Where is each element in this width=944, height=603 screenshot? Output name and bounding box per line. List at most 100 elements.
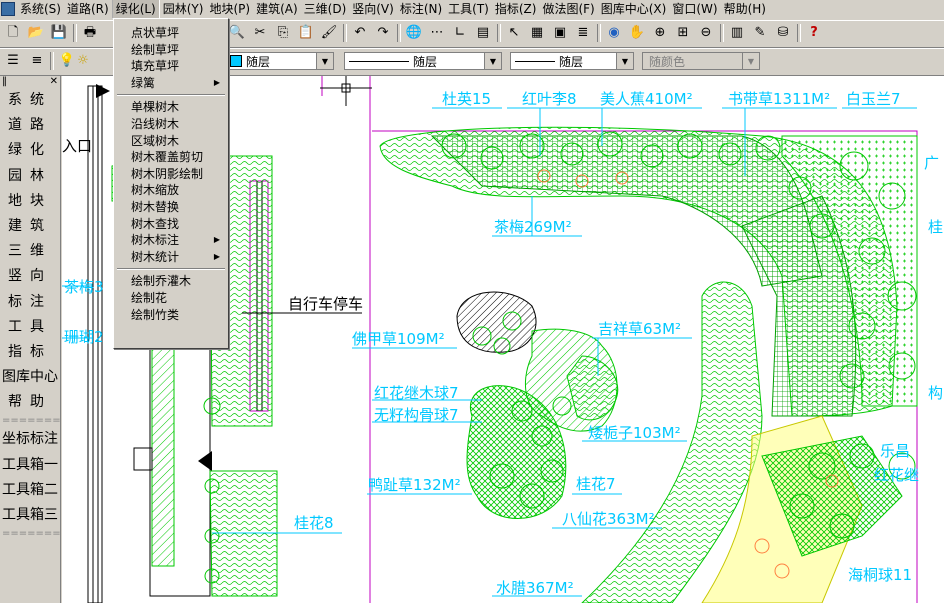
globe-icon[interactable]: 🌐 bbox=[405, 24, 423, 42]
help-icon[interactable]: ? bbox=[805, 24, 823, 42]
cut-icon[interactable]: ✂ bbox=[251, 24, 269, 42]
dropdown-menu-item[interactable]: 绘制竹类 bbox=[114, 307, 228, 324]
lineweight-select[interactable]: 随层 ▼ bbox=[510, 52, 634, 70]
undo-icon[interactable]: ↶ bbox=[351, 24, 369, 42]
plant-label: 八仙花363M² bbox=[562, 510, 655, 528]
sun-icon[interactable]: ☼ bbox=[74, 52, 92, 70]
sidebar-item[interactable]: 地块 bbox=[0, 189, 60, 214]
layer-db-icon[interactable]: ≣ bbox=[574, 24, 592, 42]
layer-state-icon[interactable]: ≡ bbox=[28, 52, 46, 70]
sidebar-item[interactable]: 工具箱三 bbox=[0, 503, 60, 528]
sidebar-item[interactable]: 坐标标注 bbox=[0, 427, 60, 452]
menu-item[interactable]: 窗口(W) bbox=[669, 0, 720, 18]
eye-icon[interactable]: ◉ bbox=[605, 24, 623, 42]
grid-icon[interactable]: ▤ bbox=[474, 24, 492, 42]
sidebar-item[interactable]: 标注 bbox=[0, 290, 60, 315]
dropdown-menu-item[interactable]: 树木阴影绘制 bbox=[114, 166, 228, 183]
props-icon[interactable]: ▦ bbox=[528, 24, 546, 42]
menu-item[interactable]: 系统(S) bbox=[17, 0, 64, 18]
menu-item[interactable]: 园林(Y) bbox=[160, 0, 207, 18]
open-icon[interactable]: 📂 bbox=[27, 24, 45, 42]
plant-label: 佛甲草109M² bbox=[352, 330, 445, 348]
menu-item[interactable]: 指标(Z) bbox=[492, 0, 540, 18]
sidebar-item[interactable]: 三维 bbox=[0, 239, 60, 264]
menu-item[interactable]: 道路(R) bbox=[64, 0, 112, 18]
chevron-down-icon[interactable]: ▼ bbox=[484, 53, 501, 69]
dropdown-menu-item[interactable]: 绘制花 bbox=[114, 290, 228, 307]
dropdown-menu-item[interactable]: 点状草坪 bbox=[114, 25, 228, 42]
zoom-icon[interactable]: ⊕ bbox=[651, 24, 669, 42]
sidebar-item[interactable]: 系统 bbox=[0, 88, 60, 113]
menu-item[interactable]: 帮助(H) bbox=[721, 0, 769, 18]
dropdown-menu-item[interactable]: 沿线树木 bbox=[114, 116, 228, 133]
sidebar-divider: ======= bbox=[2, 528, 60, 540]
sidebar-item[interactable]: 工具 bbox=[0, 315, 60, 340]
app-icon[interactable] bbox=[1, 2, 15, 16]
sidebar-item[interactable]: 图库中心 bbox=[0, 365, 60, 390]
design-icon[interactable]: ✎ bbox=[751, 24, 769, 42]
sidebar-item[interactable]: 建筑 bbox=[0, 214, 60, 239]
dropdown-menu-item[interactable]: 树木覆盖剪切 bbox=[114, 149, 228, 166]
paste-icon[interactable]: 📋 bbox=[297, 24, 315, 42]
plant-label: 红叶李8 bbox=[522, 90, 577, 108]
snap-icon[interactable]: ⋯ bbox=[428, 24, 446, 42]
pick-icon[interactable]: ↖ bbox=[505, 24, 523, 42]
match-icon[interactable]: 🖌 bbox=[320, 24, 338, 42]
menu-item[interactable]: 做法图(F) bbox=[539, 0, 597, 18]
menu-item[interactable]: 地块(P) bbox=[206, 0, 253, 18]
dropdown-menu-item[interactable]: 填充草坪 bbox=[114, 58, 228, 75]
menu-item-label: 树木覆盖剪切 bbox=[131, 150, 204, 165]
sidebar-item[interactable]: 指标 bbox=[0, 340, 60, 365]
toolbar-separator bbox=[497, 24, 501, 42]
chevron-down-icon[interactable]: ▼ bbox=[616, 53, 633, 69]
menu-item[interactable]: 图库中心(X) bbox=[598, 0, 670, 18]
sidebar-item[interactable]: 道路 bbox=[0, 113, 60, 138]
print-icon[interactable]: 🖶 bbox=[81, 24, 99, 42]
sidebar-item[interactable]: 竖向 bbox=[0, 264, 60, 289]
zoom-window-icon[interactable]: ⊞ bbox=[674, 24, 692, 42]
linetype-select[interactable]: 随层 ▼ bbox=[344, 52, 502, 70]
close-icon[interactable]: ✕ bbox=[50, 76, 58, 88]
save-icon[interactable]: 💾 bbox=[50, 24, 68, 42]
dropdown-menu-item[interactable]: 树木标注 ▶ bbox=[114, 232, 228, 249]
menu-item-label: 绘制花 bbox=[131, 290, 168, 305]
menu-item-label: 树木缩放 bbox=[131, 183, 180, 198]
dropdown-menu-item[interactable]: 树木查找 bbox=[114, 216, 228, 233]
dropdown-menu-item[interactable]: 树木统计 ▶ bbox=[114, 249, 228, 266]
sidebar-item[interactable]: 工具箱一 bbox=[0, 453, 60, 478]
menu-item[interactable]: 建筑(A) bbox=[253, 0, 301, 18]
dropdown-menu-item[interactable]: 单棵树木 bbox=[114, 99, 228, 116]
sidebar-item[interactable]: 帮助 bbox=[0, 390, 60, 415]
menu-item[interactable]: 竖向(V) bbox=[349, 0, 397, 18]
dropdown-menu-item[interactable]: 区域树木 bbox=[114, 133, 228, 150]
pan-icon[interactable]: ✋ bbox=[628, 24, 646, 42]
database-icon[interactable]: ⛁ bbox=[774, 24, 792, 42]
dropdown-menu-item[interactable]: 绘制草坪 bbox=[114, 42, 228, 59]
dropdown-menu-item[interactable]: 树木缩放 bbox=[114, 182, 228, 199]
sidebar-item[interactable]: 园林 bbox=[0, 164, 60, 189]
grip-icon[interactable]: ‖ bbox=[2, 76, 7, 88]
preview-icon[interactable]: 🔍 bbox=[228, 24, 246, 42]
dropdown-menu-item[interactable]: 绘制乔灌木 bbox=[114, 273, 228, 290]
block-icon[interactable]: ▣ bbox=[551, 24, 569, 42]
copy-icon[interactable]: ⎘ bbox=[274, 24, 292, 42]
menu-item[interactable]: 工具(T) bbox=[445, 0, 492, 18]
sidebar-item[interactable]: 工具箱二 bbox=[0, 478, 60, 503]
menu-item[interactable]: 绿化(L) bbox=[111, 0, 160, 19]
sidebar-item[interactable]: 绿化 bbox=[0, 138, 60, 163]
lineweight-select-value: 随层 bbox=[559, 54, 584, 69]
zoom-prev-icon[interactable]: ⊖ bbox=[697, 24, 715, 42]
table-icon[interactable]: ▥ bbox=[728, 24, 746, 42]
redo-icon[interactable]: ↷ bbox=[374, 24, 392, 42]
dropdown-menu-item[interactable]: 绿篱 ▶ bbox=[114, 75, 228, 92]
menu-item[interactable]: 三维(D) bbox=[301, 0, 350, 18]
layer-select[interactable]: 随层 ▼ bbox=[226, 52, 334, 70]
menu-item[interactable]: 标注(N) bbox=[397, 0, 445, 18]
entrance-label: 入口 bbox=[62, 137, 92, 155]
layer-manager-icon[interactable]: ☰ bbox=[4, 52, 22, 70]
submenu-arrow-icon: ▶ bbox=[213, 77, 220, 87]
chevron-down-icon[interactable]: ▼ bbox=[316, 53, 333, 69]
ortho-icon[interactable]: ∟ bbox=[451, 24, 469, 42]
new-icon[interactable]: 🗋 bbox=[4, 24, 22, 42]
dropdown-menu-item[interactable]: 树木替换 bbox=[114, 199, 228, 216]
